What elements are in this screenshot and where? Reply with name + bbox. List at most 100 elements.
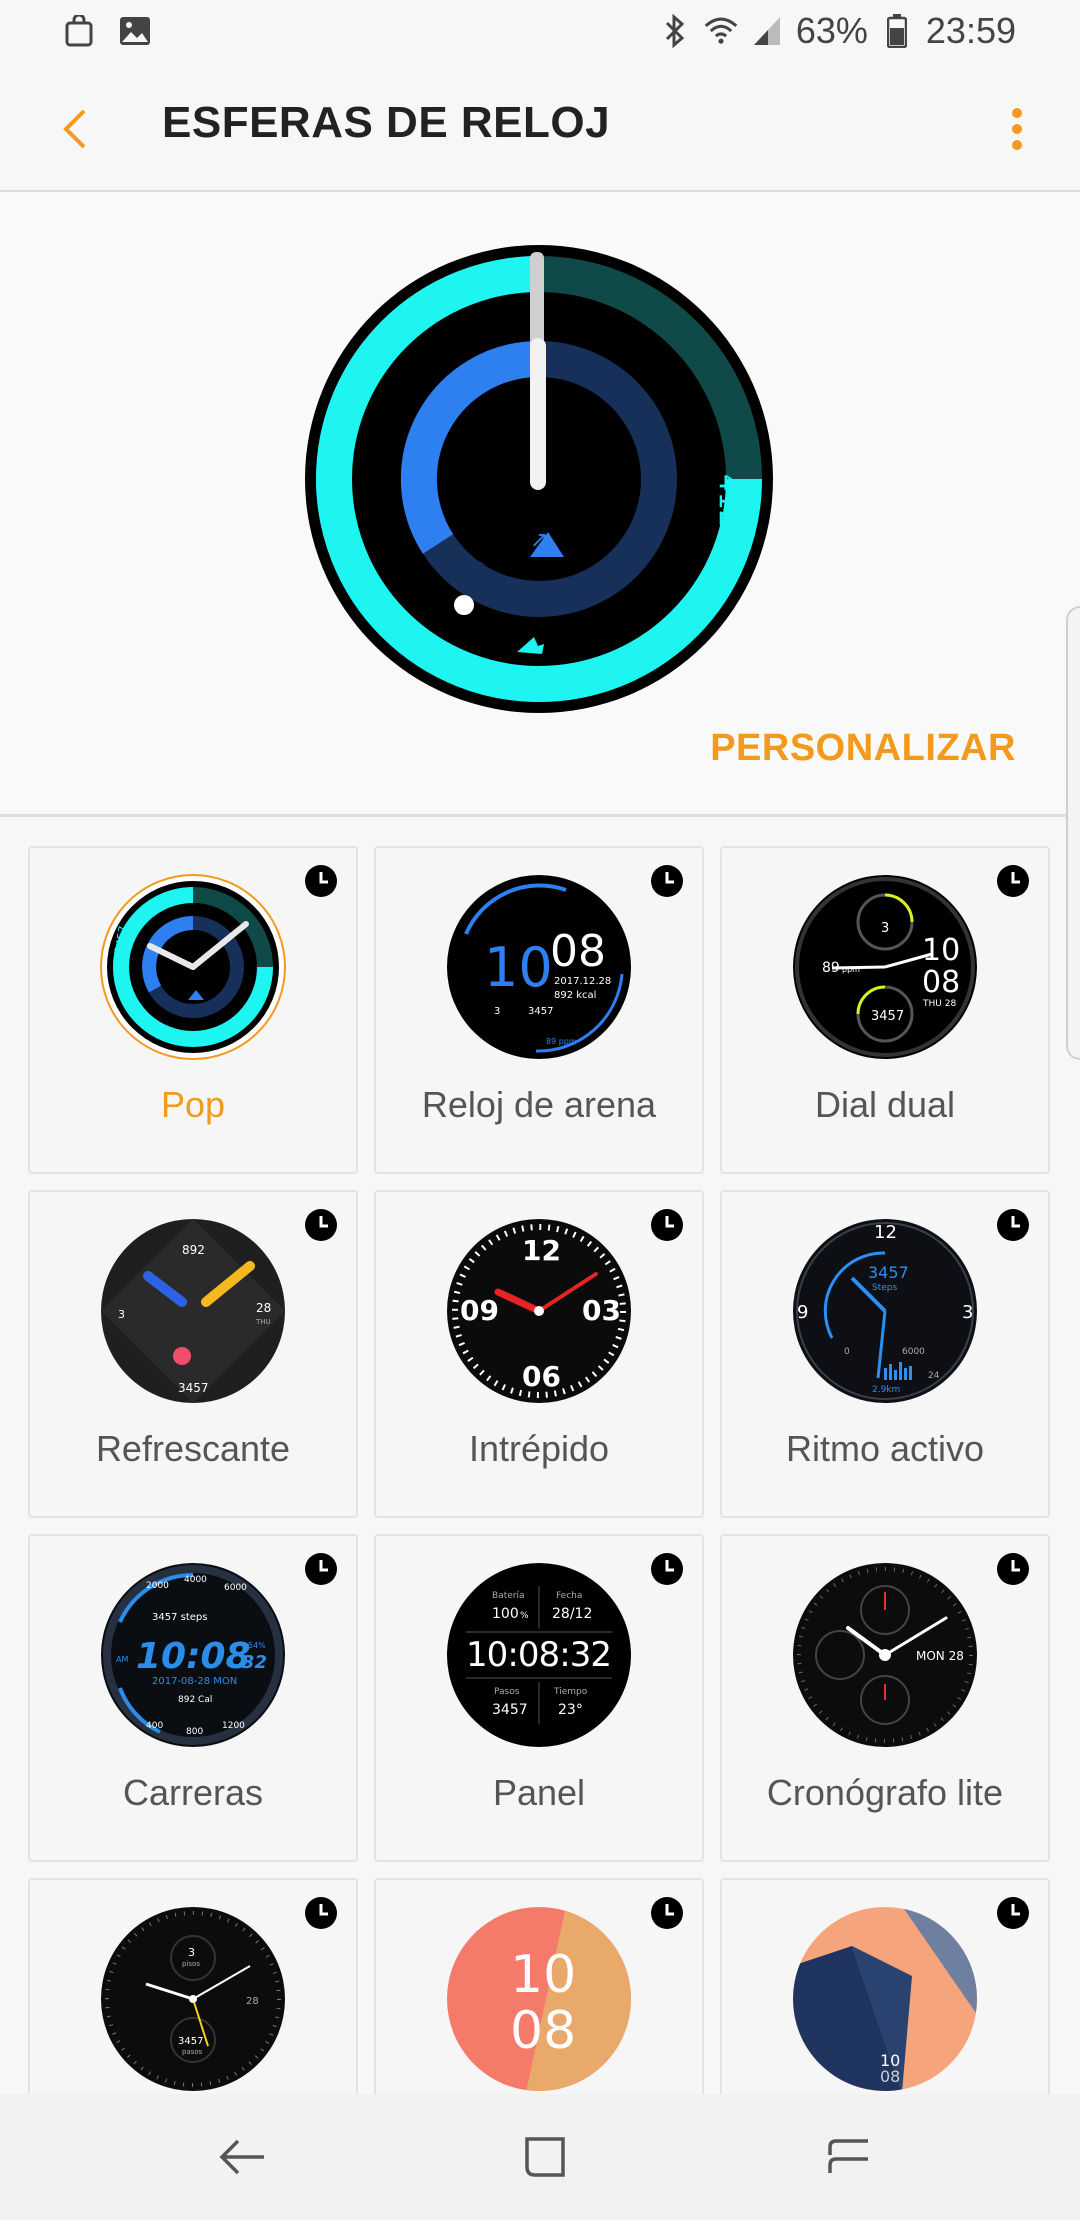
watchface-card-intrepido[interactable]: 12 03 06 09 Intrépido [374, 1190, 704, 1518]
edge-panel-handle[interactable] [1066, 606, 1080, 1060]
svg-text:08: 08 [550, 926, 606, 977]
clock-icon [305, 1553, 337, 1585]
svg-text:Fecha: Fecha [556, 1591, 582, 1601]
svg-text:28: 28 [246, 1996, 259, 2007]
more-options-button[interactable] [982, 94, 1052, 164]
watchface-thumb-intrepido: 12 03 06 09 [447, 1219, 631, 1403]
svg-text:892 Cal: 892 Cal [178, 1695, 212, 1705]
svg-text:MON 28: MON 28 [916, 1649, 964, 1663]
svg-text:3457: 3457 [492, 1702, 528, 1718]
nav-home-button[interactable] [510, 2122, 580, 2192]
watchface-label: Reloj de arena [421, 1084, 657, 1125]
svg-text:%: % [520, 1611, 529, 1621]
watchface-thumb-dial-dual: 3 89 ppm 10 08 3457 THU 28 [793, 875, 977, 1059]
watchface-thumb-reloj-de-arena: 10 08 2017.12.28 892 kcal 3 3457 89 ppm [447, 875, 631, 1059]
svg-text:3: 3 [188, 1946, 195, 1959]
watchface-thumb-12: 10 08 [793, 1907, 977, 2091]
watchface-card-refrescante[interactable]: 892 3 28 THU 3457 Refrescante [28, 1190, 358, 1518]
svg-text:08: 08 [922, 965, 960, 1000]
svg-text:pisos: pisos [182, 1960, 200, 1968]
svg-text:4000: 4000 [184, 1575, 207, 1585]
bluetooth-icon [658, 14, 692, 48]
svg-text:28: 28 [256, 1301, 271, 1315]
watchface-card-pop[interactable]: 3457 Pop [28, 846, 358, 1174]
svg-text:10: 10 [510, 1945, 576, 2005]
svg-text:3: 3 [881, 921, 889, 936]
watchface-thumb-cronografo-lite: MON 28 [793, 1563, 977, 1747]
svg-text:3457 steps: 3457 steps [152, 1612, 207, 1623]
svg-text:ppm: ppm [842, 965, 860, 974]
svg-text:892: 892 [182, 1243, 205, 1257]
watchface-card-reloj-de-arena[interactable]: 10 08 2017.12.28 892 kcal 3 3457 89 ppm … [374, 846, 704, 1174]
svg-text:3457: 3457 [871, 1009, 904, 1024]
watchface-card-12[interactable]: 10 08 [720, 1878, 1050, 2094]
battery-icon [880, 14, 914, 48]
svg-text:Tiempo: Tiempo [553, 1687, 588, 1697]
svg-text:89 ppm: 89 ppm [546, 1037, 577, 1046]
svg-text:12: 12 [522, 1234, 561, 1267]
svg-text:3457: 3457 [528, 1006, 553, 1017]
svg-text:100: 100 [492, 1606, 519, 1622]
svg-text:12: 12 [874, 1222, 897, 1243]
clock-icon [305, 865, 337, 897]
watchface-card-carreras[interactable]: 3457 steps 10:08 32 AM 54% 2017-08-28 MO… [28, 1534, 358, 1862]
watchface-label: Intrépido [468, 1428, 610, 1469]
watchface-card-cronografo-lite[interactable]: MON 28 Cronógrafo lite [720, 1534, 1050, 1862]
watchface-thumb-ritmo-activo: 12 3 9 3457 Steps 6000 0 24 2.9km [793, 1219, 977, 1403]
watchface-card-dial-dual[interactable]: 3 89 ppm 10 08 3457 THU 28 Dial dual [720, 846, 1050, 1174]
watchface-label: Carreras [122, 1772, 264, 1813]
back-button[interactable] [40, 94, 110, 164]
watchface-card-10[interactable]: 3 pisos 3457 pasos 28 [28, 1878, 358, 2094]
watchface-thumb-carreras: 3457 steps 10:08 32 AM 54% 2017-08-28 MO… [101, 1563, 285, 1747]
watchface-thumb-pop: 3457 [100, 874, 286, 1060]
watchface-label: Dial dual [814, 1084, 956, 1125]
clock-icon [651, 1553, 683, 1585]
svg-text:28/12: 28/12 [552, 1606, 592, 1622]
clock-icon [651, 1897, 683, 1929]
svg-text:3: 3 [494, 1006, 500, 1017]
wifi-icon [704, 14, 738, 48]
clock-icon [305, 1897, 337, 1929]
svg-text:↗: ↗ [530, 528, 548, 553]
watchface-preview-panel: ↗ 4128 3 PERSONALIZAR [0, 192, 1080, 817]
svg-text:Pasos: Pasos [494, 1687, 520, 1697]
watchface-thumb-panel: Batería 100 % Fecha 28/12 10:08:32 Pasos… [447, 1563, 631, 1747]
svg-text:6000: 6000 [902, 1347, 925, 1357]
svg-text:03: 03 [582, 1294, 621, 1327]
nav-recents-button[interactable] [814, 2122, 884, 2192]
watchface-card-11[interactable]: 10 08 [374, 1878, 704, 2094]
watchface-label: Panel [492, 1772, 586, 1813]
watchface-thumb-11: 10 08 [447, 1907, 631, 2091]
watchface-card-ritmo-activo[interactable]: 12 3 9 3457 Steps 6000 0 24 2.9km Ritmo … [720, 1190, 1050, 1518]
svg-text:08: 08 [510, 2001, 576, 2061]
customize-button[interactable]: PERSONALIZAR [710, 727, 1016, 770]
svg-text:32: 32 [242, 1652, 267, 1673]
svg-text:2017-08-28 MON: 2017-08-28 MON [152, 1676, 237, 1687]
watchface-label: Ritmo activo [785, 1428, 985, 1469]
svg-text:3: 3 [118, 1308, 125, 1321]
svg-text:3457: 3457 [178, 1381, 209, 1395]
app-bar: ESFERAS DE RELOJ [0, 64, 1080, 192]
nav-back-button[interactable] [208, 2122, 278, 2192]
clock-icon [997, 1553, 1029, 1585]
svg-text:THU: THU [255, 1318, 271, 1326]
clock-time: 23:59 [925, 10, 1016, 51]
watchface-label: Refrescante [95, 1428, 291, 1469]
clock-icon [997, 1209, 1029, 1241]
svg-text:400: 400 [146, 1721, 163, 1731]
preview-steps: 4128 [713, 474, 746, 545]
watchface-grid: 3457 Pop 10 08 2017.12.28 892 kcal 3 345… [28, 846, 1052, 2094]
svg-text:6000: 6000 [224, 1583, 247, 1593]
svg-text:1200: 1200 [222, 1721, 245, 1731]
image-icon [118, 14, 152, 48]
nav-back-icon [219, 2139, 264, 2175]
watchface-card-panel[interactable]: Batería 100 % Fecha 28/12 10:08:32 Pasos… [374, 1534, 704, 1862]
watchface-thumb-refrescante: 892 3 28 THU 3457 [101, 1219, 285, 1403]
svg-text:9: 9 [797, 1302, 808, 1323]
watchface-preview[interactable]: ↗ 4128 3 [302, 242, 776, 716]
svg-text:3457: 3457 [868, 1263, 909, 1282]
watchface-label: Cronógrafo lite [766, 1772, 1004, 1813]
nav-recents-icon [828, 2139, 868, 2173]
svg-text:pasos: pasos [182, 2048, 203, 2056]
navigation-bar [0, 2094, 1080, 2220]
